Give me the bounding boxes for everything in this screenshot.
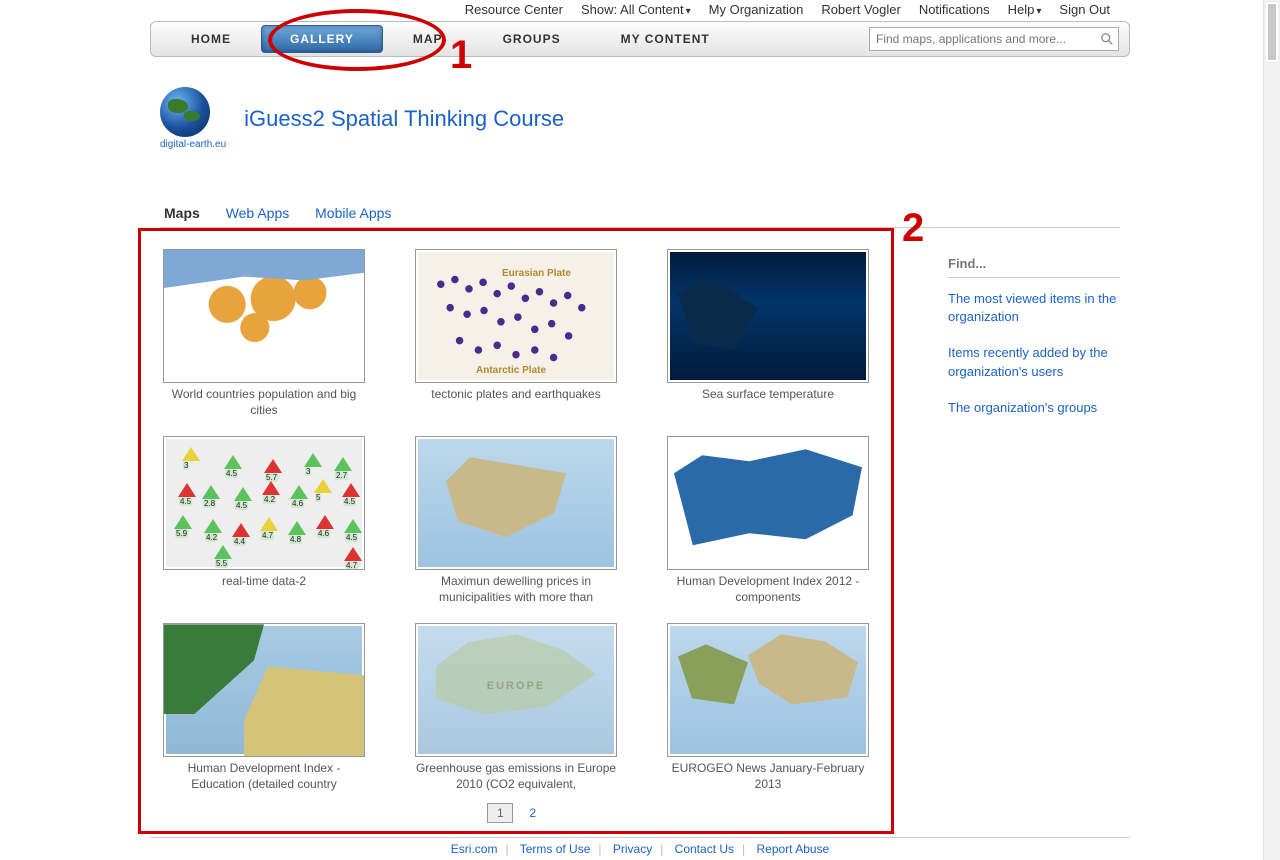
notifications-link[interactable]: Notifications (919, 2, 990, 17)
gallery-item-title: Greenhouse gas emissions in Europe 2010 … (413, 761, 619, 792)
help-dropdown[interactable]: Help (1008, 2, 1042, 17)
gallery-item[interactable]: Eurasian Plate Antarctic Plate tectonic … (413, 249, 619, 418)
page-link[interactable]: 2 (521, 804, 545, 822)
nav-gallery[interactable]: GALLERY (261, 25, 383, 53)
subnav-web-apps[interactable]: Web Apps (226, 205, 290, 221)
gallery-grid-highlight: World countries population and big citie… (138, 228, 894, 834)
gallery-item-title: World countries population and big citie… (161, 387, 367, 418)
page-current: 1 (487, 803, 513, 823)
gallery-item[interactable]: Greenhouse gas emissions in Europe 2010 … (413, 623, 619, 792)
sign-out-link[interactable]: Sign Out (1059, 2, 1110, 17)
annotation-number-2: 2 (902, 206, 924, 251)
search-box[interactable] (869, 27, 1119, 51)
gallery-item-title: Maximun dewelling prices in municipaliti… (413, 574, 619, 605)
page-title: iGuess2 Spatial Thinking Course (244, 106, 564, 132)
gallery-item[interactable]: Human Development Index - Education (det… (161, 623, 367, 792)
footer: Esri.com| Terms of Use| Privacy| Contact… (150, 837, 1130, 856)
utility-bar: Resource Center Show: All Content My Org… (0, 0, 1280, 21)
org-logo-caption: digital-earth.eu (160, 139, 226, 150)
plate-label: Eurasian Plate (502, 268, 571, 279)
gallery-item-title: real-time data-2 (161, 574, 367, 590)
subnav-maps[interactable]: Maps (164, 205, 200, 221)
map-thumbnail (667, 249, 869, 383)
gallery-item[interactable]: 34.55.732.74.52.84.54.24.654.55.94.24.44… (161, 436, 367, 605)
nav-home[interactable]: HOME (161, 32, 261, 46)
sidebar-heading: Find... (948, 256, 1120, 278)
gallery-grid: World countries population and big citie… (161, 249, 871, 793)
show-content-dropdown[interactable]: Show: All Content (581, 2, 691, 17)
org-logo: digital-earth.eu (160, 87, 226, 150)
search-input[interactable] (874, 31, 1100, 47)
nav-my-content[interactable]: MY CONTENT (591, 32, 740, 46)
gallery-item[interactable]: Maximun dewelling prices in municipaliti… (413, 436, 619, 605)
globe-icon (160, 87, 210, 137)
nav-groups[interactable]: GROUPS (473, 32, 591, 46)
scrollbar[interactable] (1263, 0, 1280, 860)
nav-map[interactable]: MAP (383, 32, 473, 46)
map-thumbnail: Eurasian Plate Antarctic Plate (415, 249, 617, 383)
my-organization-link[interactable]: My Organization (709, 2, 804, 17)
footer-link[interactable]: Terms of Use (520, 842, 591, 856)
map-thumbnail: 34.55.732.74.52.84.54.24.654.55.94.24.44… (163, 436, 365, 570)
gallery-item[interactable]: Human Development Index 2012 - component… (665, 436, 871, 605)
map-thumbnail (415, 436, 617, 570)
user-name[interactable]: Robert Vogler (821, 2, 901, 17)
gallery-item-title: Human Development Index 2012 - component… (665, 574, 871, 605)
search-icon[interactable] (1100, 32, 1114, 46)
plate-label: Antarctic Plate (476, 365, 546, 376)
map-thumbnail (163, 249, 365, 383)
gallery-item[interactable]: Sea surface temperature (665, 249, 871, 418)
map-thumbnail (163, 623, 365, 757)
footer-link[interactable]: Privacy (613, 842, 652, 856)
sidebar: Find... The most viewed items in the org… (948, 228, 1120, 834)
map-thumbnail (667, 623, 869, 757)
gallery-item[interactable]: World countries population and big citie… (161, 249, 367, 418)
footer-link[interactable]: Contact Us (675, 842, 734, 856)
sidebar-link-groups[interactable]: The organization's groups (948, 399, 1120, 417)
resource-center-link[interactable]: Resource Center (465, 2, 563, 17)
sidebar-link-recent[interactable]: Items recently added by the organization… (948, 344, 1120, 380)
gallery-subnav: Maps Web Apps Mobile Apps (164, 205, 1280, 221)
map-thumbnail (415, 623, 617, 757)
gallery-item-title: tectonic plates and earthquakes (413, 387, 619, 403)
brand-row: digital-earth.eu iGuess2 Spatial Thinkin… (160, 87, 1280, 150)
sidebar-link-most-viewed[interactable]: The most viewed items in the organizatio… (948, 290, 1120, 326)
gallery-item-title: Sea surface temperature (665, 387, 871, 403)
footer-link[interactable]: Report Abuse (757, 842, 830, 856)
footer-link[interactable]: Esri.com (451, 842, 498, 856)
main-nav: HOME GALLERY MAP GROUPS MY CONTENT (150, 21, 1130, 57)
scrollbar-thumb[interactable] (1266, 2, 1278, 62)
gallery-item-title: EUROGEO News January-February 2013 (665, 761, 871, 792)
gallery-item[interactable]: EUROGEO News January-February 2013 (665, 623, 871, 792)
gallery-item-title: Human Development Index - Education (det… (161, 761, 367, 792)
subnav-mobile-apps[interactable]: Mobile Apps (315, 205, 391, 221)
map-thumbnail (667, 436, 869, 570)
pagination: 1 2 (161, 803, 871, 823)
